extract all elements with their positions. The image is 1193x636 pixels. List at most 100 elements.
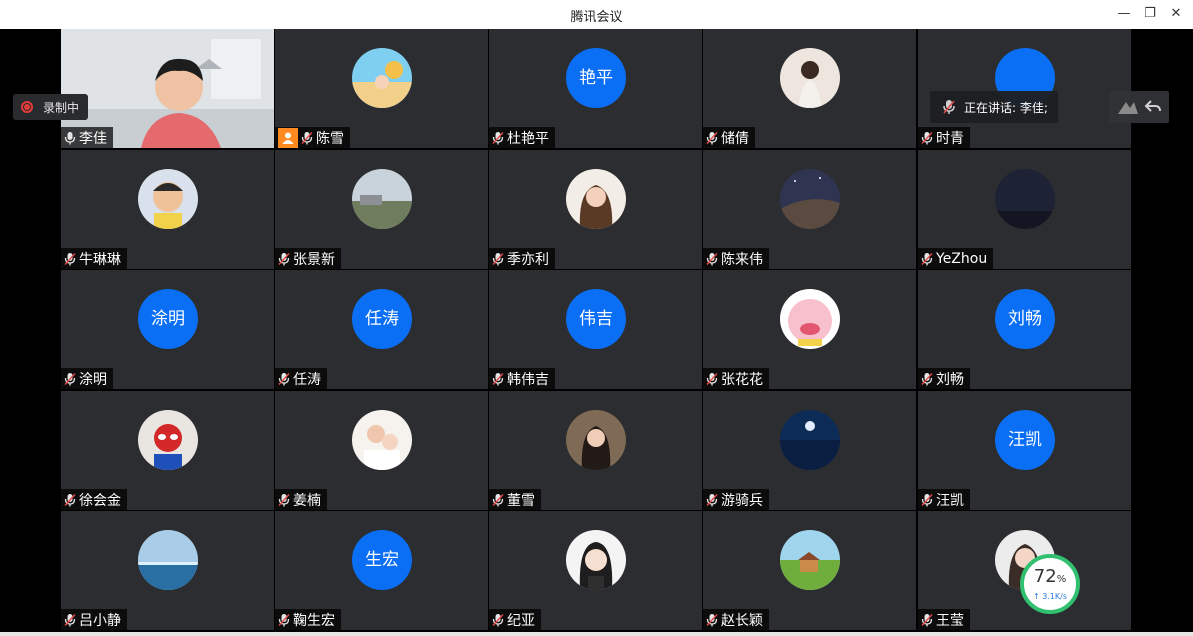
participant-tile[interactable]: 季亦利 xyxy=(489,150,702,269)
avatar xyxy=(138,169,198,229)
mic-muted-icon xyxy=(492,493,504,506)
participant-tile[interactable]: 牛琳琳 xyxy=(61,150,274,269)
close-button[interactable]: ✕ xyxy=(1165,4,1187,24)
speaking-indicator: 正在讲话: 李佳; xyxy=(930,91,1058,123)
participant-name-bar: 吕小静 xyxy=(61,609,127,630)
participant-tile[interactable]: 游骑兵 xyxy=(703,391,916,510)
participant-tile[interactable]: 任涛 任涛 xyxy=(275,270,488,389)
participant-name: 韩伟吉 xyxy=(507,371,549,388)
host-badge-icon xyxy=(278,127,298,148)
avatar xyxy=(780,410,840,470)
participant-tile[interactable]: 赵长颖 xyxy=(703,511,916,630)
mic-muted-icon xyxy=(492,613,504,626)
mic-muted-icon xyxy=(64,252,76,265)
participant-name-bar: 游骑兵 xyxy=(703,489,769,510)
participant-tile[interactable]: 纪亚 xyxy=(489,511,702,630)
participant-tile[interactable]: 生宏 鞠生宏 xyxy=(275,511,488,630)
participant-tile[interactable]: 董雪 xyxy=(489,391,702,510)
mic-muted-icon xyxy=(492,372,504,385)
participant-tile[interactable]: 李佳 xyxy=(61,29,274,148)
mic-muted-icon xyxy=(921,252,933,265)
avatar: 艳平 xyxy=(566,48,626,108)
participant-name: 董雪 xyxy=(507,492,535,509)
avatar xyxy=(566,169,626,229)
mic-muted-icon xyxy=(301,131,313,144)
participant-tile[interactable]: 陈雪 xyxy=(275,29,488,148)
participant-tile[interactable]: 张花花 xyxy=(703,270,916,389)
participant-name-bar: 徐会金 xyxy=(61,489,127,510)
participant-name: 张景新 xyxy=(293,251,335,268)
network-percent-unit: % xyxy=(1056,573,1067,585)
participant-name-bar: 李佳 xyxy=(61,127,113,148)
participant-tile[interactable]: 储倩 xyxy=(703,29,916,148)
participant-name-bar: 杜艳平 xyxy=(489,127,555,148)
participant-name: 任涛 xyxy=(293,371,321,388)
participant-name: 牛琳琳 xyxy=(79,251,121,268)
participant-name-bar: 陈雪 xyxy=(275,127,350,148)
participant-name: 杜艳平 xyxy=(507,130,549,147)
participant-name: 赵长颖 xyxy=(721,612,763,629)
mic-muted-icon xyxy=(921,372,933,385)
participant-name-bar: 任涛 xyxy=(275,368,327,389)
participant-tile[interactable]: 吕小静 xyxy=(61,511,274,630)
participant-tile[interactable]: YeZhou xyxy=(918,150,1131,269)
participant-name: 李佳 xyxy=(79,130,107,147)
participant-tile[interactable]: 张景新 xyxy=(275,150,488,269)
participant-tile[interactable]: 刘畅 刘畅 xyxy=(918,270,1131,389)
participant-name: 陈来伟 xyxy=(721,251,763,268)
mic-muted-icon xyxy=(278,252,290,265)
participant-tile[interactable]: 艳平杜艳平 xyxy=(489,29,702,148)
participant-name-bar: 季亦利 xyxy=(489,248,555,269)
avatar xyxy=(780,169,840,229)
mic-muted-icon xyxy=(492,131,504,144)
participant-tile[interactable]: 陈来伟 xyxy=(703,150,916,269)
participant-name-bar: 王莹 xyxy=(918,609,970,630)
recording-indicator[interactable]: 录制中 xyxy=(13,94,88,120)
mic-muted-icon xyxy=(278,613,290,626)
avatar xyxy=(780,530,840,590)
participant-name: 吕小静 xyxy=(79,612,121,629)
mic-muted-icon xyxy=(706,131,718,144)
participant-tile[interactable]: 姜楠 xyxy=(275,391,488,510)
avatar xyxy=(352,48,412,108)
avatar: 伟吉 xyxy=(566,289,626,349)
layout-toggle-icon[interactable] xyxy=(1116,98,1140,116)
video-stage: 李佳 陈雪 艳平 杜艳平 储倩 时青 牛琳琳 张景新 季亦利 陈来伟 YeZhou 涂明 涂明 任涛 任涛伟… xyxy=(0,29,1193,632)
speaking-text: 正在讲话: 李佳; xyxy=(964,100,1048,115)
avatar: 生宏 xyxy=(352,530,412,590)
window-title: 腾讯会议 xyxy=(570,10,623,25)
participant-name-bar: 张景新 xyxy=(275,248,341,269)
participant-name-bar: 刘畅 xyxy=(918,368,970,389)
back-icon[interactable] xyxy=(1144,98,1162,116)
participant-name: 储倩 xyxy=(721,130,749,147)
mic-icon xyxy=(64,131,76,144)
recording-label: 录制中 xyxy=(43,100,80,115)
participant-tile[interactable]: 伟吉韩伟吉 xyxy=(489,270,702,389)
network-percent-value: 72 xyxy=(1033,565,1057,587)
participant-name-bar: 赵长颖 xyxy=(703,609,769,630)
avatar: 涂明 xyxy=(138,289,198,349)
title-bar: 腾讯会议 — ❐ ✕ xyxy=(0,0,1193,29)
restore-button[interactable]: ❐ xyxy=(1139,4,1161,24)
participant-name: 刘畅 xyxy=(936,371,964,388)
participant-name-bar: YeZhou xyxy=(918,248,994,269)
participant-tile[interactable]: 时青 xyxy=(918,29,1131,148)
mic-muted-icon xyxy=(706,372,718,385)
participant-name-bar: 储倩 xyxy=(703,127,755,148)
participant-tile[interactable]: 徐会金 xyxy=(61,391,274,510)
mic-muted-icon xyxy=(706,613,718,626)
participant-tile[interactable]: 汪凯 汪凯 xyxy=(918,391,1131,510)
participant-name: 时青 xyxy=(936,130,964,147)
avatar: 汪凯 xyxy=(995,410,1055,470)
mic-muted-icon xyxy=(921,493,933,506)
mic-muted-icon xyxy=(64,372,76,385)
participant-name-bar: 韩伟吉 xyxy=(489,368,555,389)
minimize-button[interactable]: — xyxy=(1113,4,1135,24)
participant-tile[interactable]: 涂明 涂明 xyxy=(61,270,274,389)
participant-name: 汪凯 xyxy=(936,492,964,509)
network-meter[interactable]: 72% ↑ 3.1K/s xyxy=(1020,554,1080,614)
participant-name-bar: 牛琳琳 xyxy=(61,248,127,269)
network-percent: 72% xyxy=(1033,565,1067,589)
mic-muted-icon xyxy=(492,252,504,265)
participant-name-bar: 鞠生宏 xyxy=(275,609,341,630)
